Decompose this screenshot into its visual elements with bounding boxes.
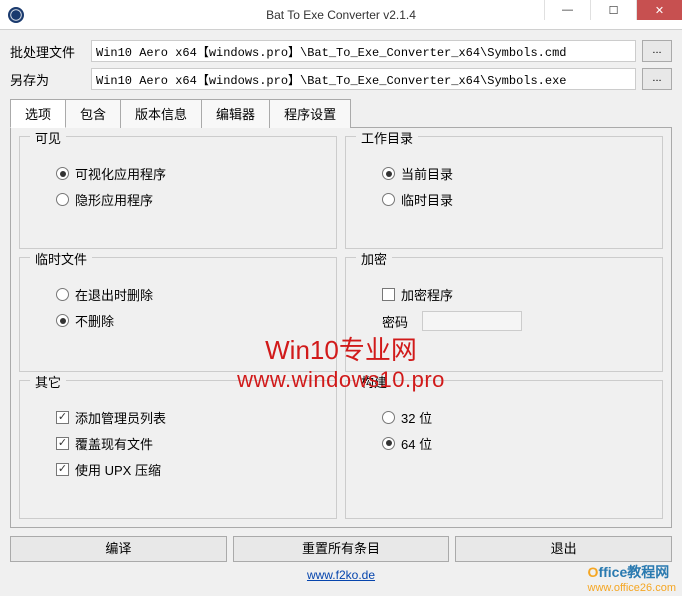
tab-version[interactable]: 版本信息 bbox=[120, 99, 202, 128]
checkbox-label: 加密程序 bbox=[401, 285, 453, 304]
maximize-button[interactable]: ☐ bbox=[590, 0, 636, 20]
tab-panel-options: 可见 可视化应用程序 隐形应用程序 工作目录 当前目录 临时 bbox=[10, 128, 672, 528]
group-workdir: 工作目录 当前目录 临时目录 bbox=[345, 136, 663, 249]
radio-icon bbox=[56, 314, 69, 327]
tab-editor[interactable]: 编辑器 bbox=[201, 99, 270, 128]
checkbox-icon bbox=[56, 463, 69, 476]
checkbox-icon bbox=[56, 437, 69, 450]
radio-label: 当前目录 bbox=[401, 164, 453, 183]
titlebar: Bat To Exe Converter v2.1.4 — ☐ ✕ bbox=[0, 0, 682, 30]
radio-64bit[interactable]: 64 位 bbox=[382, 434, 644, 453]
group-build: 构建 32 位 64 位 bbox=[345, 380, 663, 519]
window-controls: — ☐ ✕ bbox=[544, 0, 682, 29]
radio-icon bbox=[382, 437, 395, 450]
radio-current-dir[interactable]: 当前目录 bbox=[382, 164, 644, 183]
radio-32bit[interactable]: 32 位 bbox=[382, 408, 644, 427]
batch-file-input[interactable] bbox=[91, 40, 636, 62]
checkbox-overwrite[interactable]: 覆盖现有文件 bbox=[56, 434, 318, 453]
radio-no-delete[interactable]: 不删除 bbox=[56, 311, 318, 330]
minimize-button[interactable]: — bbox=[544, 0, 590, 20]
radio-icon bbox=[382, 411, 395, 424]
close-button[interactable]: ✕ bbox=[636, 0, 682, 20]
window-title: Bat To Exe Converter v2.1.4 bbox=[266, 8, 416, 22]
group-visible: 可见 可视化应用程序 隐形应用程序 bbox=[19, 136, 337, 249]
radio-label: 临时目录 bbox=[401, 190, 453, 209]
checkbox-upx[interactable]: 使用 UPX 压缩 bbox=[56, 460, 318, 479]
exit-button[interactable]: 退出 bbox=[455, 536, 672, 562]
checkbox-label: 使用 UPX 压缩 bbox=[75, 460, 161, 479]
content-area: 批处理文件 ... 另存为 ... 选项 包含 版本信息 编辑器 程序设置 可见… bbox=[0, 30, 682, 596]
radio-invisible-app[interactable]: 隐形应用程序 bbox=[56, 190, 318, 209]
checkbox-admin[interactable]: 添加管理员列表 bbox=[56, 408, 318, 427]
group-encrypt-legend: 加密 bbox=[356, 249, 392, 268]
checkbox-encrypt[interactable]: 加密程序 bbox=[382, 285, 644, 304]
checkbox-icon bbox=[382, 288, 395, 301]
batch-file-label: 批处理文件 bbox=[10, 42, 85, 61]
batch-file-row: 批处理文件 ... bbox=[10, 40, 672, 62]
group-visible-legend: 可见 bbox=[30, 128, 66, 147]
radio-label: 32 位 bbox=[401, 408, 432, 427]
saveas-label: 另存为 bbox=[10, 70, 85, 89]
radio-label: 不删除 bbox=[75, 311, 114, 330]
radio-icon bbox=[382, 193, 395, 206]
radio-label: 可视化应用程序 bbox=[75, 164, 166, 183]
reset-button[interactable]: 重置所有条目 bbox=[233, 536, 450, 562]
group-build-legend: 构建 bbox=[356, 372, 392, 391]
password-row: 密码 bbox=[382, 311, 644, 331]
saveas-row: 另存为 ... bbox=[10, 68, 672, 90]
tab-bar: 选项 包含 版本信息 编辑器 程序设置 bbox=[10, 98, 672, 128]
radio-icon bbox=[56, 288, 69, 301]
tab-options[interactable]: 选项 bbox=[10, 99, 66, 128]
saveas-browse-button[interactable]: ... bbox=[642, 68, 672, 90]
batch-browse-button[interactable]: ... bbox=[642, 40, 672, 62]
compile-button[interactable]: 编译 bbox=[10, 536, 227, 562]
group-other: 其它 添加管理员列表 覆盖现有文件 使用 UPX 压缩 bbox=[19, 380, 337, 519]
footer-link[interactable]: www.f2ko.de bbox=[10, 568, 672, 582]
checkbox-icon bbox=[56, 411, 69, 424]
group-encrypt: 加密 加密程序 密码 bbox=[345, 257, 663, 371]
checkbox-label: 添加管理员列表 bbox=[75, 408, 166, 427]
password-input[interactable] bbox=[422, 311, 522, 331]
password-label: 密码 bbox=[382, 312, 408, 331]
footer-link-text: www.f2ko.de bbox=[307, 568, 375, 582]
radio-delete-on-exit[interactable]: 在退出时删除 bbox=[56, 285, 318, 304]
tab-settings[interactable]: 程序设置 bbox=[269, 99, 351, 128]
radio-label: 在退出时删除 bbox=[75, 285, 153, 304]
radio-label: 隐形应用程序 bbox=[75, 190, 153, 209]
radio-icon bbox=[56, 167, 69, 180]
tab-include[interactable]: 包含 bbox=[65, 99, 121, 128]
group-workdir-legend: 工作目录 bbox=[356, 128, 418, 147]
radio-icon bbox=[56, 193, 69, 206]
group-tempfiles-legend: 临时文件 bbox=[30, 249, 92, 268]
bottom-buttons: 编译 重置所有条目 退出 bbox=[10, 536, 672, 562]
group-other-legend: 其它 bbox=[30, 372, 66, 391]
radio-visual-app[interactable]: 可视化应用程序 bbox=[56, 164, 318, 183]
checkbox-label: 覆盖现有文件 bbox=[75, 434, 153, 453]
group-tempfiles: 临时文件 在退出时删除 不删除 bbox=[19, 257, 337, 371]
app-icon bbox=[8, 7, 24, 23]
radio-temp-dir[interactable]: 临时目录 bbox=[382, 190, 644, 209]
saveas-input[interactable] bbox=[91, 68, 636, 90]
radio-label: 64 位 bbox=[401, 434, 432, 453]
radio-icon bbox=[382, 167, 395, 180]
